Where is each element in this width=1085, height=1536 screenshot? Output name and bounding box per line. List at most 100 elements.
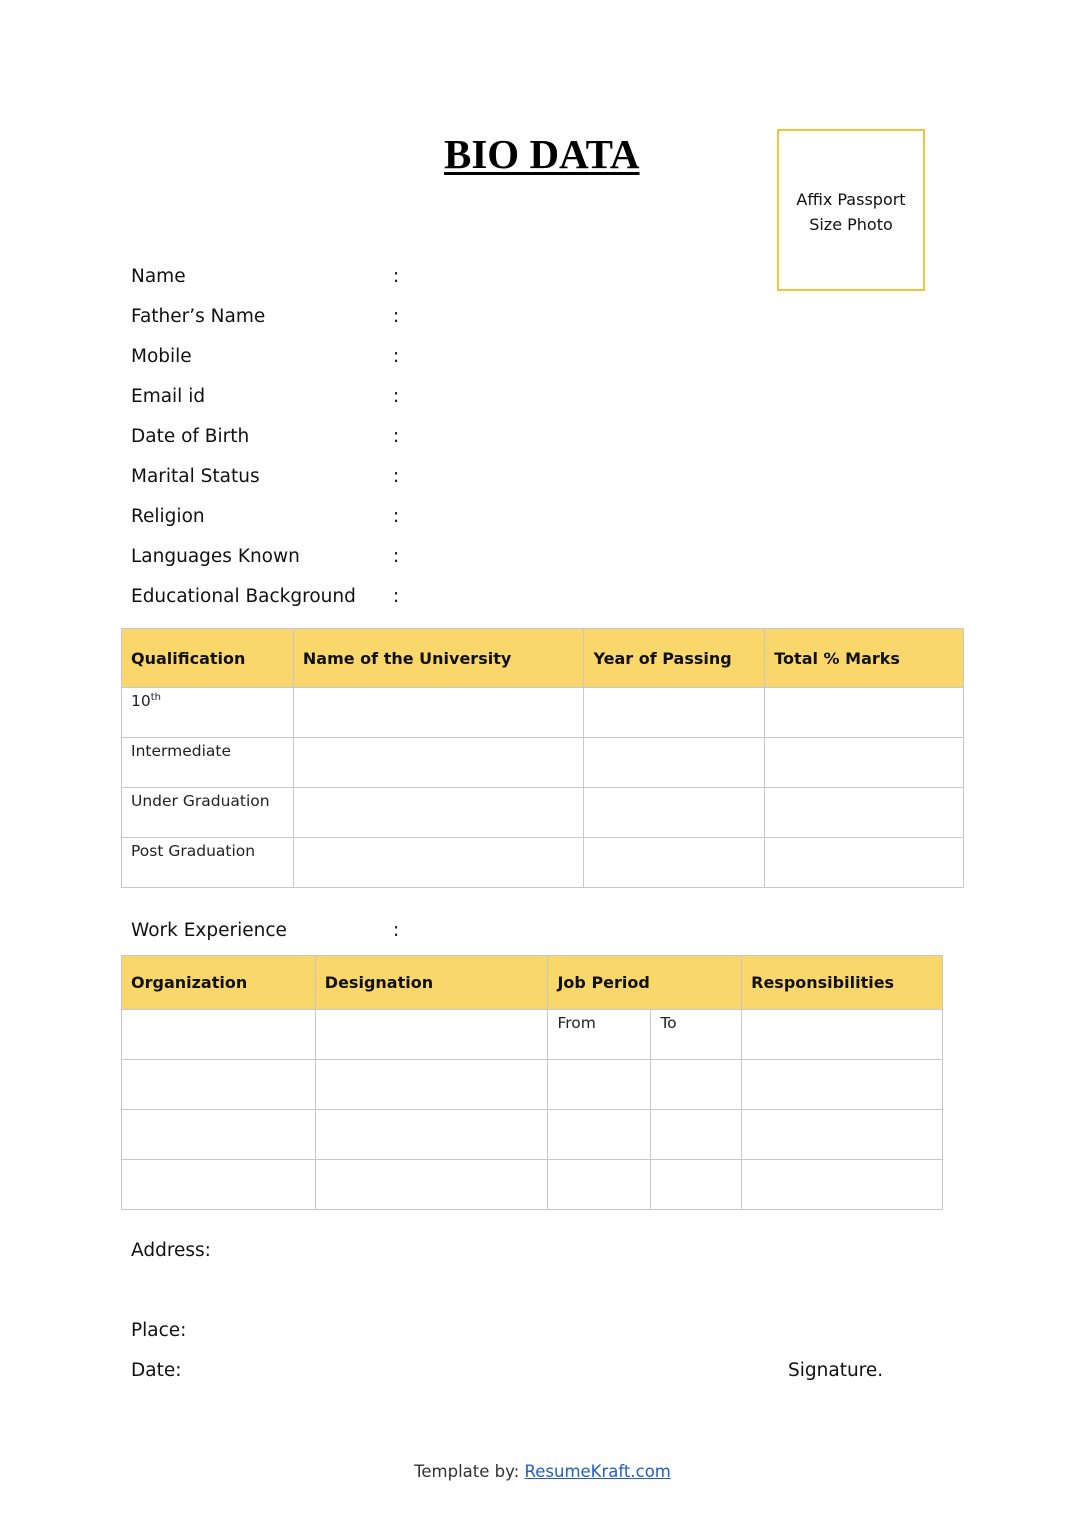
work-experience-table: Organization Designation Job Period Resp… <box>121 955 943 1210</box>
qualification-cell: Under Graduation <box>121 787 294 838</box>
designation-cell[interactable] <box>314 1109 549 1160</box>
photo-text-line-2: Size Photo <box>809 215 893 234</box>
field-date-of-birth[interactable]: Date of Birth : <box>131 416 731 456</box>
year-cell[interactable] <box>583 737 766 788</box>
to-cell[interactable] <box>650 1109 743 1160</box>
responsibilities-cell[interactable] <box>741 1009 943 1060</box>
header-total-marks: Total % Marks <box>764 628 964 688</box>
photo-text-line-1: Affix Passport <box>796 190 906 209</box>
year-cell[interactable] <box>583 837 766 888</box>
education-table: Qualification Name of the University Yea… <box>121 628 964 888</box>
field-separator: : <box>393 345 400 367</box>
designation-cell[interactable] <box>314 1009 549 1060</box>
header-job-period: Job Period <box>547 955 743 1010</box>
table-row: Post Graduation <box>121 837 964 888</box>
responsibilities-cell[interactable] <box>741 1109 943 1160</box>
resumekraft-link[interactable]: ResumeKraft.com <box>525 1462 671 1481</box>
date-label: Date: <box>131 1360 182 1381</box>
field-label: Email id <box>131 385 206 407</box>
designation-cell[interactable] <box>314 1159 549 1210</box>
field-label: Name <box>131 265 186 287</box>
work-experience-label: Work Experience <box>131 919 287 941</box>
to-cell[interactable] <box>650 1159 743 1210</box>
from-cell[interactable] <box>547 1109 652 1160</box>
table-row <box>121 1159 943 1210</box>
from-cell[interactable] <box>547 1159 652 1210</box>
footer: Template by: ResumeKraft.com <box>0 1462 1085 1481</box>
field-educational-background[interactable]: Educational Background : <box>131 576 731 616</box>
header-year-of-passing: Year of Passing <box>583 628 766 688</box>
field-separator: : <box>393 585 400 607</box>
field-separator: : <box>393 425 400 447</box>
field-marital-status[interactable]: Marital Status : <box>131 456 731 496</box>
field-separator: : <box>393 385 400 407</box>
qualification-cell: Post Graduation <box>121 837 294 888</box>
marks-cell[interactable] <box>764 737 964 788</box>
marks-cell[interactable] <box>764 837 964 888</box>
address-label: Address: <box>131 1240 211 1261</box>
university-cell[interactable] <box>292 687 585 738</box>
field-separator: : <box>393 919 400 941</box>
field-label: Marital Status <box>131 465 260 487</box>
year-cell[interactable] <box>583 787 766 838</box>
field-label: Mobile <box>131 345 192 367</box>
signature-label: Signature. <box>788 1360 884 1381</box>
university-cell[interactable] <box>292 787 585 838</box>
footer-prefix: Template by: <box>414 1462 525 1481</box>
from-cell[interactable]: From <box>547 1009 652 1060</box>
field-separator: : <box>393 305 400 327</box>
organization-cell[interactable] <box>121 1009 316 1060</box>
header-university: Name of the University <box>292 628 585 688</box>
field-separator: : <box>393 545 400 567</box>
field-mobile[interactable]: Mobile : <box>131 336 731 376</box>
field-religion[interactable]: Religion : <box>131 496 731 536</box>
table-row <box>121 1109 943 1160</box>
field-label: Date of Birth <box>131 425 250 447</box>
qualification-cell: Intermediate <box>121 737 294 788</box>
responsibilities-cell[interactable] <box>741 1159 943 1210</box>
field-fathers-name[interactable]: Father’s Name : <box>131 296 731 336</box>
university-cell[interactable] <box>292 837 585 888</box>
field-separator: : <box>393 505 400 527</box>
field-label: Educational Background <box>131 585 356 607</box>
marks-cell[interactable] <box>764 687 964 738</box>
organization-cell[interactable] <box>121 1059 316 1110</box>
header-organization: Organization <box>121 955 316 1010</box>
year-cell[interactable] <box>583 687 766 738</box>
photo-placeholder-text: Affix Passport Size Photo <box>779 187 923 237</box>
passport-photo-box[interactable]: Affix Passport Size Photo <box>777 129 925 291</box>
field-email[interactable]: Email id : <box>131 376 731 416</box>
education-header-row: Qualification Name of the University Yea… <box>121 628 964 688</box>
field-name[interactable]: Name : <box>131 256 731 296</box>
responsibilities-cell[interactable] <box>741 1059 943 1110</box>
field-languages-known[interactable]: Languages Known : <box>131 536 731 576</box>
from-cell[interactable] <box>547 1059 652 1110</box>
organization-cell[interactable] <box>121 1109 316 1160</box>
designation-cell[interactable] <box>314 1059 549 1110</box>
marks-cell[interactable] <box>764 787 964 838</box>
personal-details-list: Name : Father’s Name : Mobile : Email id… <box>131 256 731 616</box>
to-cell[interactable] <box>650 1059 743 1110</box>
header-responsibilities: Responsibilities <box>741 955 943 1010</box>
header-qualification: Qualification <box>121 628 294 688</box>
field-label: Religion <box>131 505 205 527</box>
table-row: From To <box>121 1009 943 1060</box>
qualification-cell: 10th <box>121 687 294 738</box>
field-separator: : <box>393 465 400 487</box>
header-designation: Designation <box>314 955 549 1010</box>
organization-cell[interactable] <box>121 1159 316 1210</box>
to-cell[interactable]: To <box>650 1009 743 1060</box>
field-label: Father’s Name <box>131 305 266 327</box>
place-label: Place: <box>131 1320 187 1341</box>
page-title: BIO DATA <box>444 131 640 177</box>
table-row <box>121 1059 943 1110</box>
table-row: 10th <box>121 687 964 738</box>
field-label: Languages Known <box>131 545 300 567</box>
ordinal-suffix: th <box>150 692 161 703</box>
table-row: Intermediate <box>121 737 964 788</box>
work-experience-field: Work Experience : <box>131 910 399 950</box>
table-row: Under Graduation <box>121 787 964 838</box>
qualification-label: 10 <box>131 692 151 711</box>
university-cell[interactable] <box>292 737 585 788</box>
field-separator: : <box>393 265 400 287</box>
